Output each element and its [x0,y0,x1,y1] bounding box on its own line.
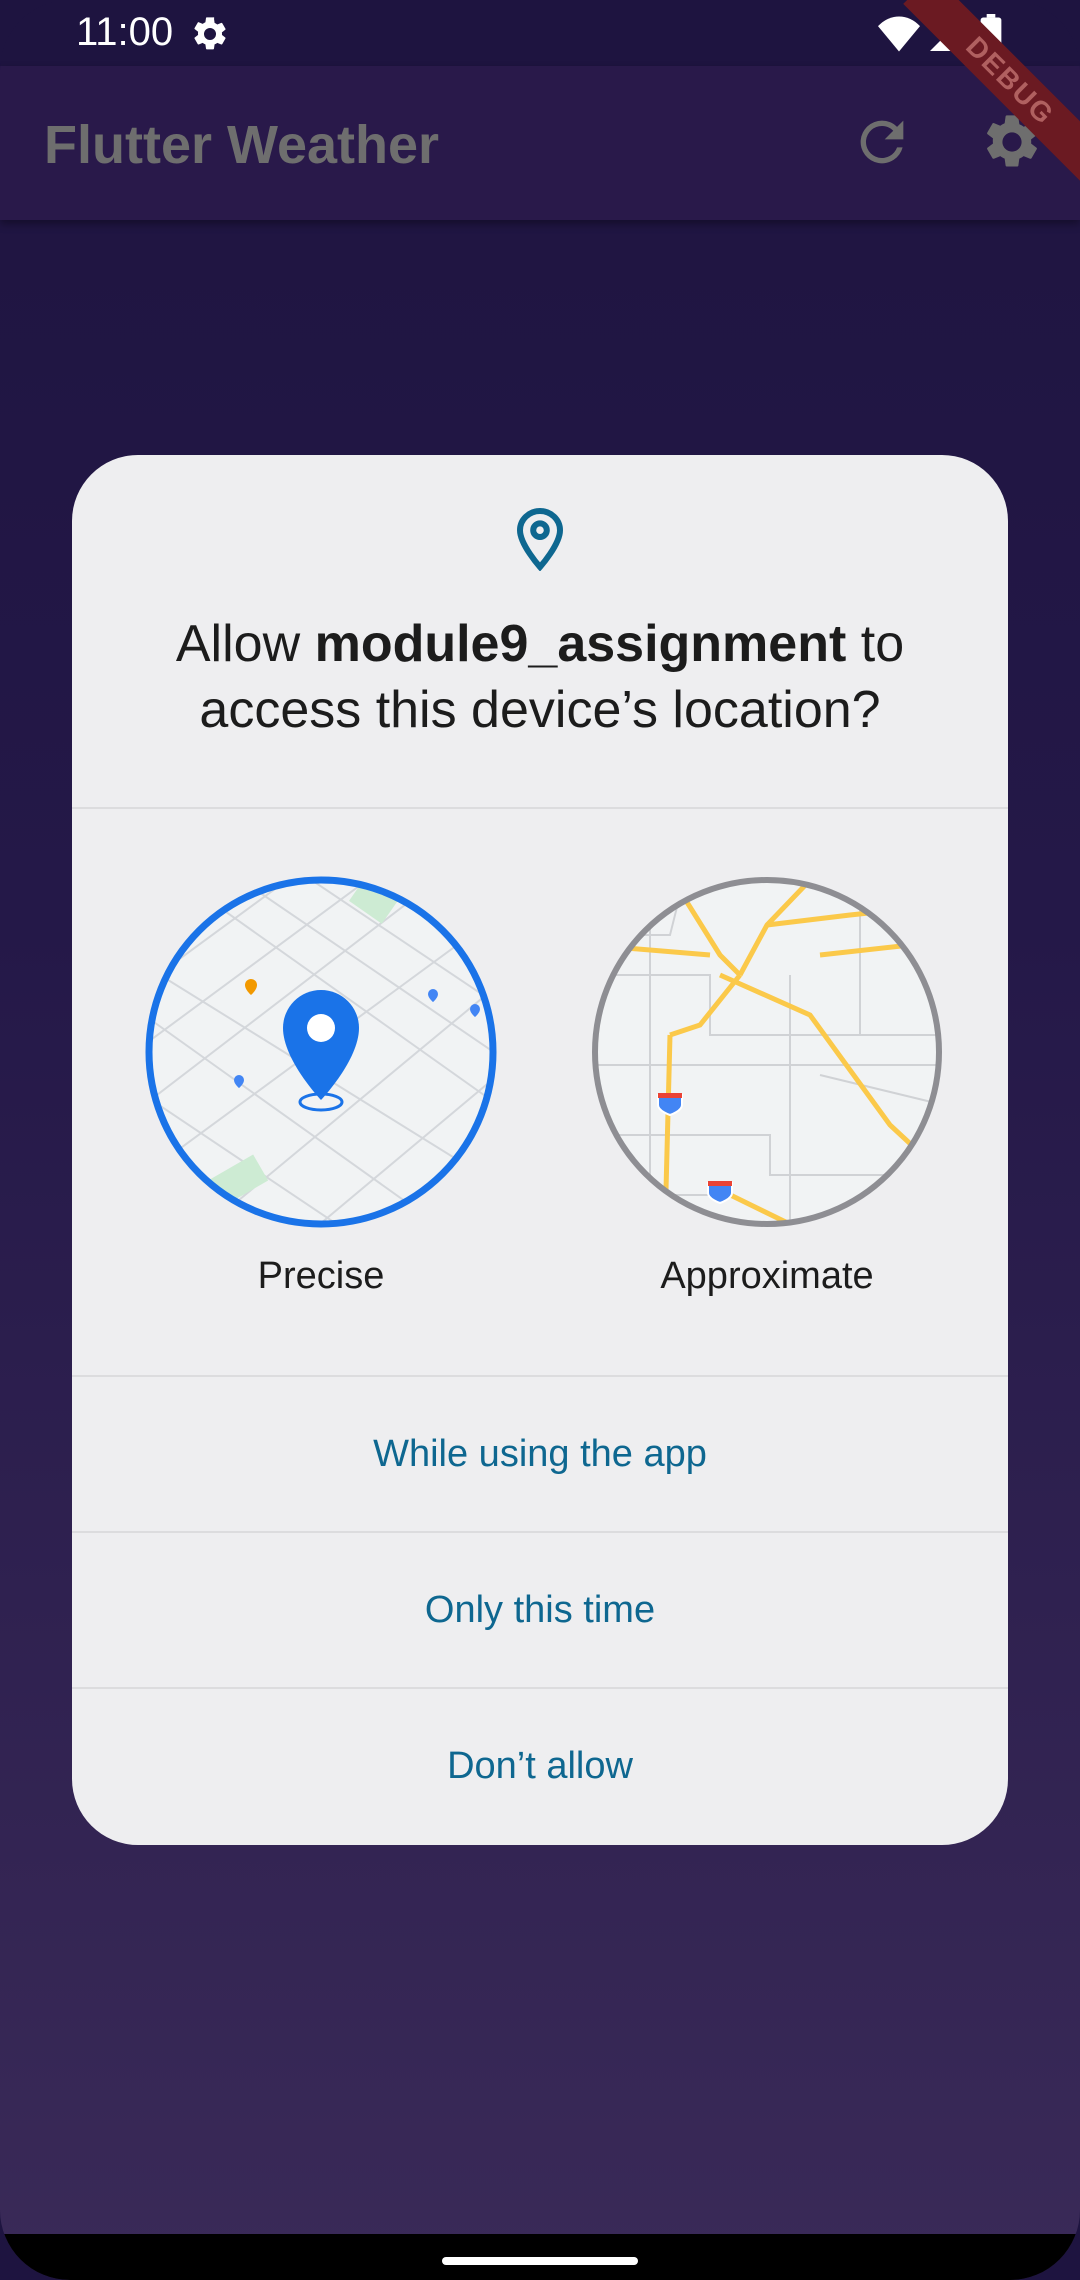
divider [72,807,1008,809]
home-indicator[interactable] [442,2257,638,2265]
approximate-label: Approximate [660,1255,874,1297]
approximate-option[interactable]: Approximate [582,875,962,1335]
dont-allow-button[interactable]: Don’t allow [72,1689,1008,1843]
precise-map-icon [145,876,497,1228]
app-name: module9_assignment [314,615,847,673]
location-pin-icon [516,507,564,571]
refresh-icon[interactable] [850,110,914,174]
status-time: 11:00 [76,10,174,54]
approximate-map-icon [592,877,942,1227]
while-using-app-button[interactable]: While using the app [72,1377,1008,1531]
app-title: Flutter Weather [44,115,440,175]
precise-label: Precise [257,1255,385,1297]
settings-icon [194,17,226,50]
app-bar: Flutter Weather [0,66,1080,220]
screen: 11:00 Flutter Weather DEBUG Allow module… [0,0,1080,2280]
dialog-title: Allow module9_assignment to access this … [112,611,968,743]
location-permission-dialog: Allow module9_assignment to access this … [72,455,1008,1845]
only-this-time-button[interactable]: Only this time [72,1533,1008,1687]
wifi-icon [878,16,920,52]
precise-option[interactable]: Precise [136,875,516,1335]
title-prefix: Allow [175,615,315,673]
